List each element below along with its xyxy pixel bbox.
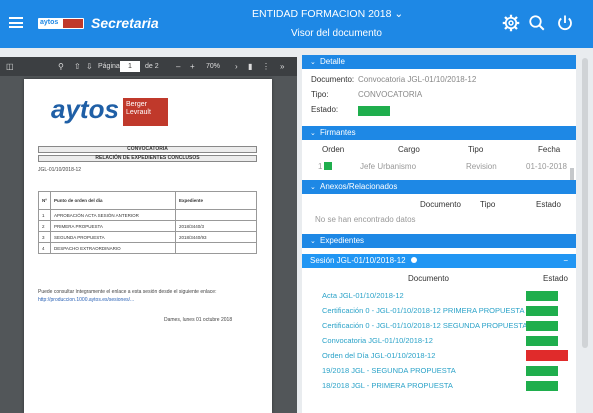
pdf-page: aytos Berger Levrault CONVOCATORIA RELAC… <box>24 79 272 413</box>
expediente-link[interactable]: 18/2018 JGL - PRIMERA PROPUESTA <box>322 381 453 390</box>
page-number-input[interactable]: 1 <box>120 61 140 72</box>
pdf-footer-link[interactable]: http://produccion.1000.aytos.es/sesiones… <box>38 297 258 303</box>
zoom-select[interactable]: 70% <box>206 63 220 70</box>
section-detalle-header[interactable]: ⌄ Detalle <box>302 55 576 69</box>
power-icon[interactable] <box>556 14 574 32</box>
anexos-col-estado: Estado <box>536 200 561 209</box>
firmante-status <box>324 162 332 170</box>
zoom-out-icon[interactable]: – <box>176 62 180 71</box>
menu-icon[interactable] <box>9 17 23 28</box>
arrow-down-icon[interactable]: ⇩ <box>86 62 93 71</box>
page-label: Página <box>98 63 120 70</box>
arrow-up-icon[interactable]: ⇧ <box>74 62 81 71</box>
expediente-link[interactable]: Convocatoria JGL-01/10/2018-12 <box>322 336 433 345</box>
brand-logo-text: aytos <box>40 19 59 26</box>
expediente-link[interactable]: 19/2018 JGL - SEGUNDA PROPUESTA <box>322 366 456 375</box>
fullscreen-icon[interactable]: › <box>235 62 238 71</box>
pdf-doc-type: CONVOCATORIA <box>38 146 257 153</box>
expediente-status <box>526 381 558 391</box>
estado-label: Estado: <box>311 105 339 114</box>
expediente-status <box>526 291 558 301</box>
panel-scrollbar[interactable] <box>582 58 588 348</box>
collapse-icon[interactable]: − <box>563 254 568 268</box>
pdf-signature: Dames, lunes 01 octubre 2018 <box>164 317 233 323</box>
page-total: de 2 <box>145 63 159 70</box>
chevron-down-icon: ⌄ <box>310 184 316 191</box>
table-scrollbar[interactable] <box>570 168 574 180</box>
pdf-ref: JGL-01/10/2018-12 <box>38 167 82 173</box>
expediente-link[interactable]: Certificación 0 - JGL-01/10/2018-12 PRIM… <box>322 306 524 315</box>
anexos-col-tipo: Tipo <box>480 200 496 209</box>
estado-badge <box>358 106 390 116</box>
partner-logo: Berger Levrault <box>123 98 168 126</box>
more-tools-icon[interactable]: ⋮ <box>262 62 270 71</box>
settings-icon[interactable] <box>502 14 520 32</box>
session-header[interactable]: Sesión JGL-01/10/2018-12 − <box>302 254 576 268</box>
firmante-cargo: Jefe Urbanismo <box>360 162 417 171</box>
tipo-label: Tipo: <box>311 90 329 99</box>
session-status-icon <box>410 257 417 263</box>
expand-icon[interactable]: » <box>280 62 284 71</box>
exp-col-documento: Documento <box>408 274 449 283</box>
firmante-orden: 1 <box>318 162 323 171</box>
col-fecha: Fecha <box>538 145 561 154</box>
expediente-link[interactable]: Orden del Día JGL-01/10/2018-12 <box>322 351 435 360</box>
col-cargo: Cargo <box>398 145 420 154</box>
viewer-toolbar: ◫ ⚲ ⇧ ⇩ Página 1 de 2 – + 70% › ▮ ⋮ » <box>0 57 297 76</box>
anexos-col-documento: Documento <box>420 200 461 209</box>
search-icon[interactable] <box>528 14 546 32</box>
anexos-empty-text: No se han encontrado datos <box>315 215 416 224</box>
pdf-footer-text: Puede consultar íntegramente el enlace a… <box>38 289 217 295</box>
documento-label: Documento: <box>311 75 355 84</box>
chevron-down-icon: ⌄ <box>310 130 316 137</box>
expediente-status <box>526 336 558 346</box>
session-label: Sesión JGL-01/10/2018-12 <box>310 256 406 265</box>
bookmark-icon[interactable]: ▮ <box>248 62 252 71</box>
chevron-down-icon: ⌄ <box>310 59 316 66</box>
firmante-tipo: Revision <box>466 162 497 171</box>
chevron-down-icon: ⌄ <box>310 238 316 245</box>
expediente-status <box>526 306 558 316</box>
zoom-in-icon[interactable]: + <box>190 62 195 71</box>
section-firmantes-header[interactable]: ⌄ Firmantes <box>302 126 576 140</box>
document-viewer: ◫ ⚲ ⇧ ⇩ Página 1 de 2 – + 70% › ▮ ⋮ » ay… <box>0 57 297 413</box>
col-orden: Orden <box>322 145 345 154</box>
search-icon[interactable]: ⚲ <box>58 62 64 71</box>
firmante-fecha: 01-10-2018 <box>526 162 567 171</box>
documento-value: Convocatoria JGL-01/10/2018-12 <box>358 75 477 84</box>
pdf-doc-title: RELACIÓN DE EXPEDIENTES CONCLUSOS <box>38 155 257 162</box>
section-anexos-header[interactable]: ⌄ Anexos/Relacionados <box>302 180 576 194</box>
expediente-link[interactable]: Acta JGL-01/10/2018-12 <box>322 291 404 300</box>
section-expedientes-header[interactable]: ⌄ Expedientes <box>302 234 576 248</box>
tipo-value: CONVOCATORIA <box>358 90 423 99</box>
col-tipo: Tipo <box>468 145 484 154</box>
pdf-table: Nº Punto de orden del día Expediente 1 APRO… <box>38 191 257 254</box>
entity-selector[interactable]: ENTIDAD FORMACION 2018 ⌄ <box>252 8 403 20</box>
sidebar-toggle-icon[interactable]: ◫ <box>6 62 14 71</box>
exp-col-estado: Estado <box>543 274 568 283</box>
expediente-status <box>526 366 558 376</box>
expediente-status <box>526 321 558 331</box>
expediente-status <box>526 350 568 361</box>
expediente-link[interactable]: Certificación 0 - JGL-01/10/2018-12 SEGU… <box>322 321 527 330</box>
pdf-logo: aytos <box>51 94 119 124</box>
top-bar: aytos Secretaria ENTIDAD FORMACION 2018 … <box>0 0 593 48</box>
